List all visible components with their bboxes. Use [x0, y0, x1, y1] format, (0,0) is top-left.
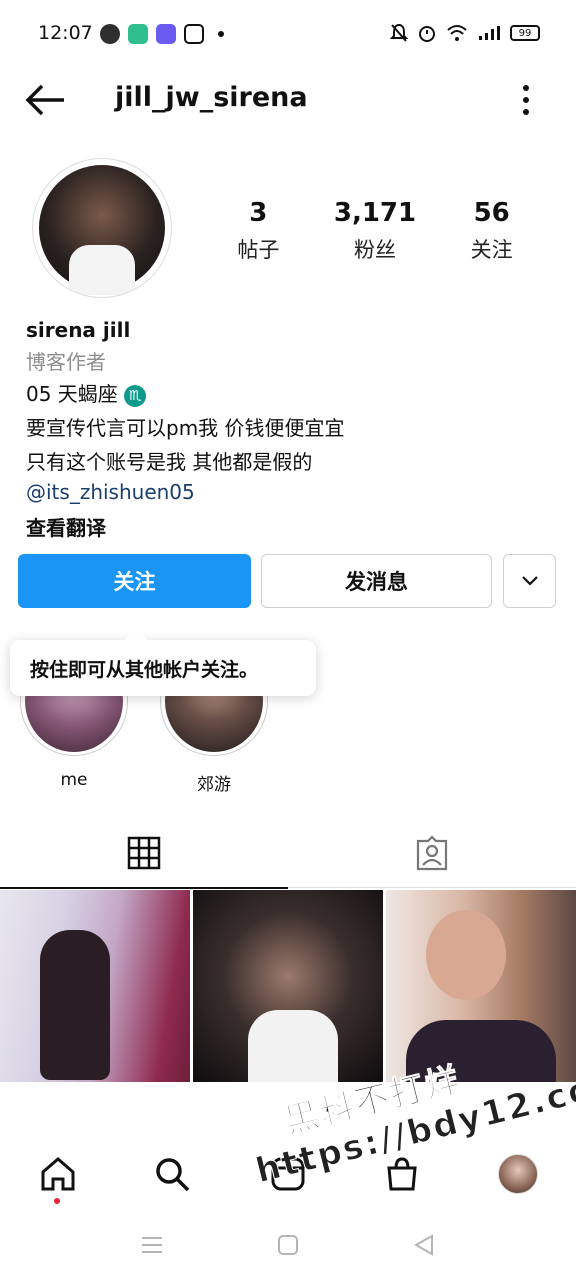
page-title: jill_jw_sirena	[115, 82, 308, 113]
post-subject	[248, 1010, 338, 1082]
tooltip-arrow	[124, 628, 148, 640]
suggested-accounts-button[interactable]	[503, 554, 556, 608]
stat-label: 粉丝	[354, 238, 396, 262]
stat-following[interactable]: 56 关注	[433, 198, 550, 264]
bio-line: 05 天蝎座 ♏	[26, 378, 546, 412]
stat-value: 3,171	[333, 198, 417, 228]
search-icon	[156, 1158, 190, 1192]
status-bar: 12:07 99	[0, 0, 576, 70]
triangle-back-icon	[413, 1234, 433, 1256]
follow-button[interactable]: 关注	[18, 554, 251, 608]
more-notifications-dot	[218, 31, 224, 37]
system-home-button[interactable]	[274, 1232, 302, 1258]
profile-name: sirena jill	[26, 318, 131, 342]
bio-line: 只有这个账号是我 其他都是假的	[26, 450, 313, 474]
arrow-left-icon[interactable]	[24, 80, 68, 120]
nav-home[interactable]	[36, 1152, 80, 1196]
follow-tooltip[interactable]: 按住即可从其他帐户关注。	[10, 640, 316, 696]
chevron-down-icon	[521, 576, 538, 586]
stat-label: 帖子	[237, 238, 280, 262]
tagged-icon	[416, 835, 448, 871]
system-menu-button[interactable]	[138, 1232, 166, 1258]
avatar-image	[39, 165, 165, 295]
profile-actions: 关注 发消息	[18, 554, 558, 610]
stat-followers[interactable]: 3,171 粉丝	[317, 198, 434, 264]
post-thumbnail[interactable]	[193, 890, 383, 1082]
bio-line: 要宣传代言可以pm我 价钱便便宜宜	[26, 416, 345, 440]
highlight-label: 郊游	[197, 775, 231, 795]
wifi-icon	[447, 25, 467, 41]
message-button[interactable]: 发消息	[261, 554, 492, 608]
status-app-icons	[100, 24, 224, 44]
profile-category: 博客作者	[26, 350, 106, 374]
square-home-icon	[278, 1235, 298, 1255]
bio-text: 05 天蝎座	[26, 382, 118, 406]
app-notification-icon	[100, 24, 120, 44]
tab-tagged[interactable]	[288, 818, 576, 888]
profile-stats: 3 帖子 3,171 粉丝 56 关注	[200, 198, 550, 264]
status-time: 12:07	[38, 22, 93, 44]
mute-icon	[390, 23, 408, 42]
stat-value: 56	[473, 198, 510, 228]
avatar[interactable]	[32, 158, 172, 298]
post-subject	[40, 930, 110, 1080]
stat-label: 关注	[470, 238, 513, 262]
kebab-menu-icon[interactable]	[516, 82, 536, 118]
app-notification-icon	[156, 24, 176, 44]
app-notification-icon	[128, 24, 148, 44]
highlight-label: me	[60, 770, 88, 790]
avatar-shirt	[69, 245, 135, 295]
tab-posts[interactable]	[0, 818, 288, 889]
see-translation-link[interactable]: 查看翻译	[26, 512, 546, 544]
nav-search[interactable]	[150, 1152, 194, 1196]
signal-icon	[479, 26, 500, 40]
alarm-icon	[419, 26, 435, 42]
menu-icon	[142, 1237, 162, 1253]
system-back-button[interactable]	[410, 1232, 438, 1258]
profile-header: jill_jw_sirena	[0, 72, 576, 128]
grid-icon	[127, 836, 161, 870]
post-subject	[426, 910, 506, 1000]
profile-bio: sirena jill 博客作者 05 天蝎座 ♏ 要宣传代言可以pm我 价钱便…	[26, 318, 546, 544]
post-thumbnail[interactable]	[0, 890, 190, 1082]
system-navigation-bar	[0, 1222, 576, 1268]
profile-tabs	[0, 818, 576, 889]
scorpio-icon: ♏	[124, 384, 147, 407]
home-icon	[41, 1157, 75, 1191]
stat-posts[interactable]: 3 帖子	[200, 198, 317, 264]
bio-mention-link[interactable]: @its_zhishuen05	[26, 480, 546, 512]
nav-profile[interactable]	[496, 1152, 540, 1196]
home-notification-dot	[54, 1198, 60, 1204]
instagram-icon	[184, 24, 204, 44]
battery-icon: 99	[510, 25, 540, 41]
active-tab-indicator	[0, 887, 288, 889]
status-indicators: 99	[390, 23, 540, 43]
profile-avatar	[498, 1154, 538, 1194]
stat-value: 3	[249, 198, 268, 228]
shop-icon	[387, 1157, 417, 1191]
